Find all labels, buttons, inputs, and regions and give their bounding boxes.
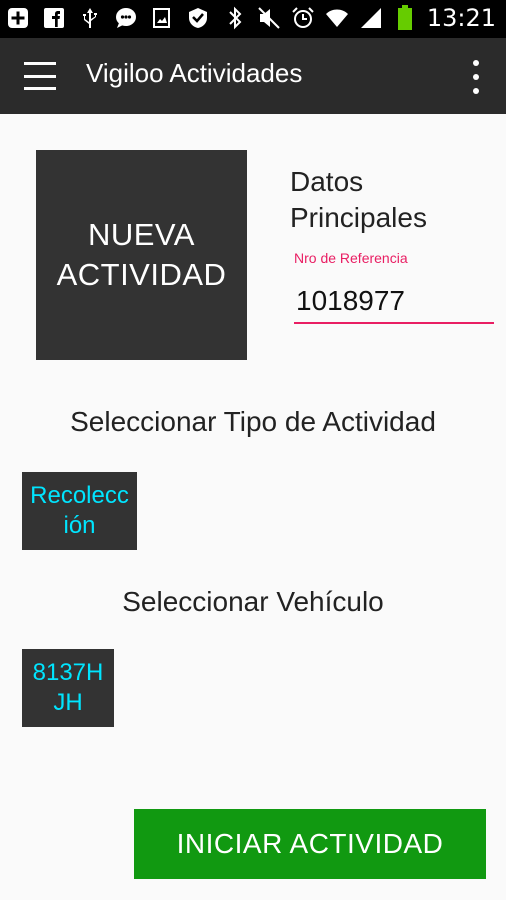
app-title: Vigiloo Actividades (86, 58, 303, 88)
app-bar: Vigiloo Actividades (0, 38, 506, 114)
bluetooth-icon (223, 6, 247, 30)
iniciar-actividad-button[interactable]: INICIAR ACTIVIDAD (134, 809, 486, 879)
image-icon (150, 6, 174, 30)
check-badge-icon (186, 6, 210, 30)
tipo-actividad-title: Seleccionar Tipo de Actividad (70, 406, 436, 437)
add-box-icon (6, 6, 30, 30)
alarm-icon (291, 6, 315, 30)
wifi-icon (325, 6, 349, 30)
nueva-actividad-button[interactable]: NUEVA ACTIVIDAD (36, 150, 247, 360)
mute-icon (257, 6, 281, 30)
status-time: 13:21 (426, 4, 496, 32)
status-bar-notifications (6, 6, 210, 30)
status-bar: 13:21 (0, 0, 506, 38)
signal-icon (359, 6, 383, 30)
main-content: NUEVA ACTIVIDAD Datos Principales Nro de… (0, 114, 506, 900)
battery-icon (393, 5, 417, 30)
overflow-menu-icon[interactable] (468, 60, 484, 94)
chat-icon (114, 6, 138, 30)
hamburger-menu-icon[interactable] (24, 62, 56, 90)
vehiculo-option[interactable]: 8137HJH (22, 649, 114, 727)
status-bar-system: 13:21 (223, 4, 496, 32)
usb-icon (78, 6, 102, 30)
ref-number-input[interactable] (294, 280, 494, 324)
datos-principales-title: Datos Principales (290, 166, 427, 233)
tipo-option-recoleccion[interactable]: Recolección (22, 472, 137, 550)
vehiculo-title: Seleccionar Vehículo (122, 586, 384, 617)
ref-number-label: Nro de Referencia (294, 250, 408, 266)
facebook-icon (42, 6, 66, 30)
